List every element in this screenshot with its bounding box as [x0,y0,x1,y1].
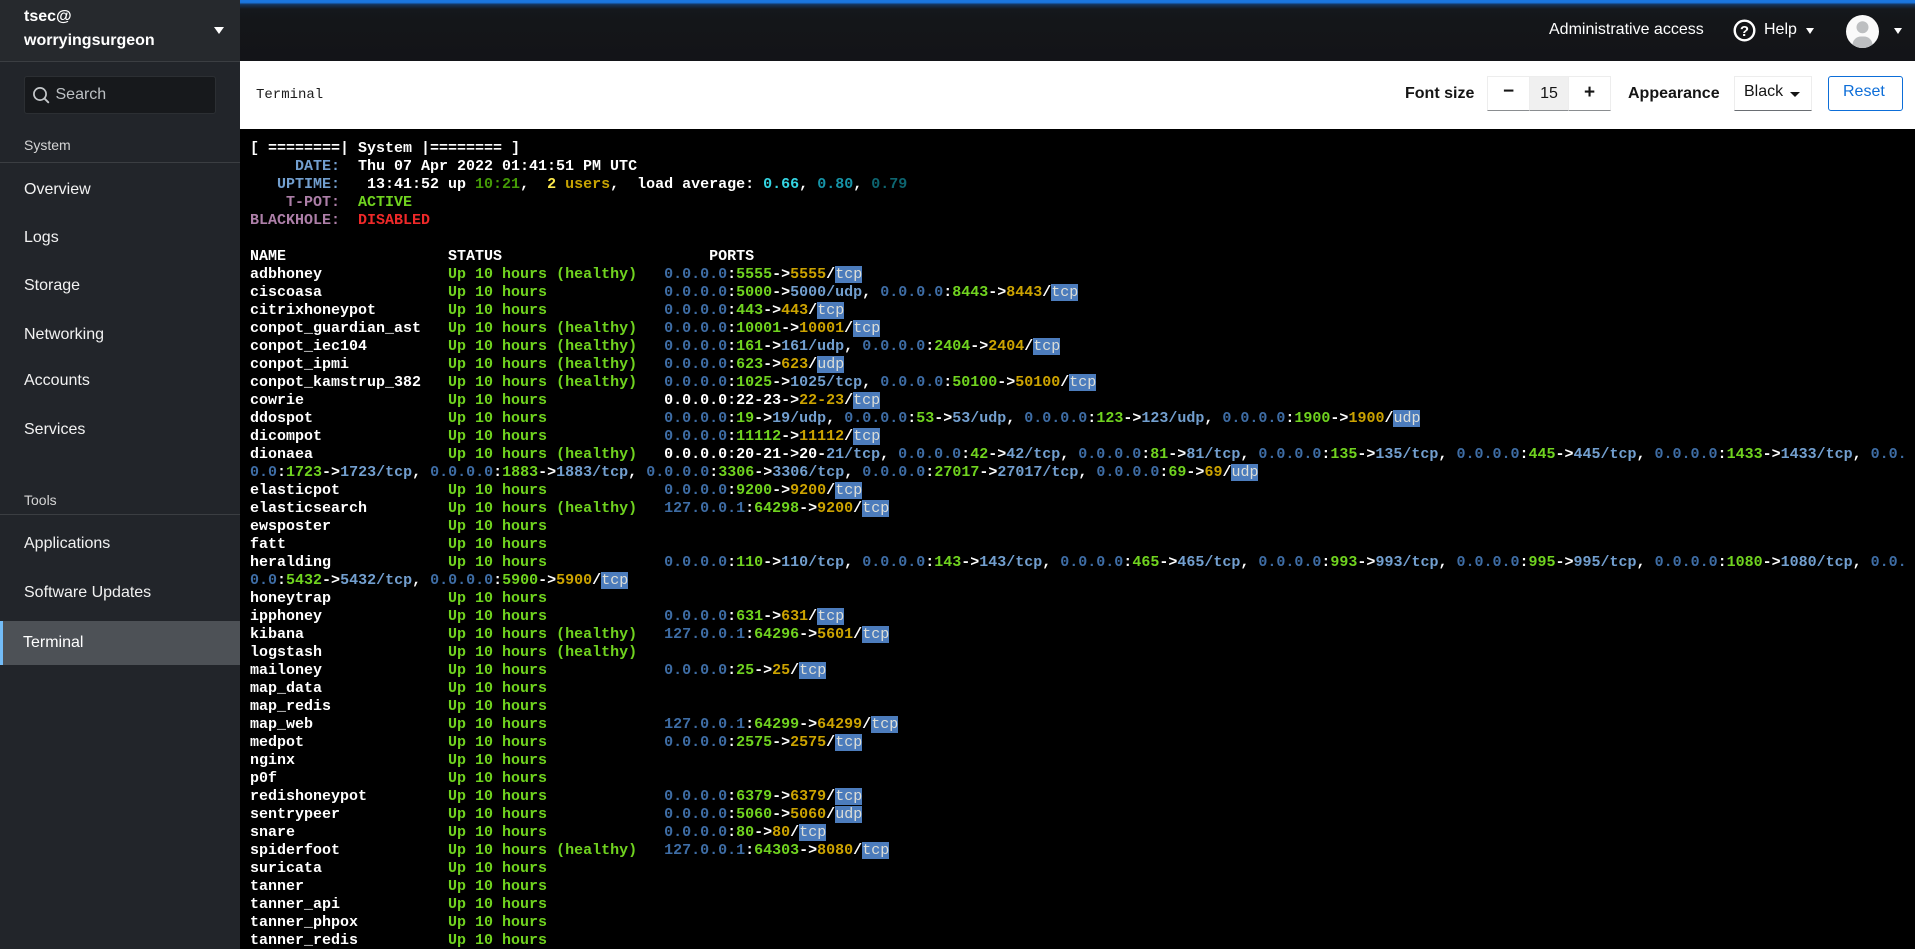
svg-text:?: ? [1740,22,1749,39]
